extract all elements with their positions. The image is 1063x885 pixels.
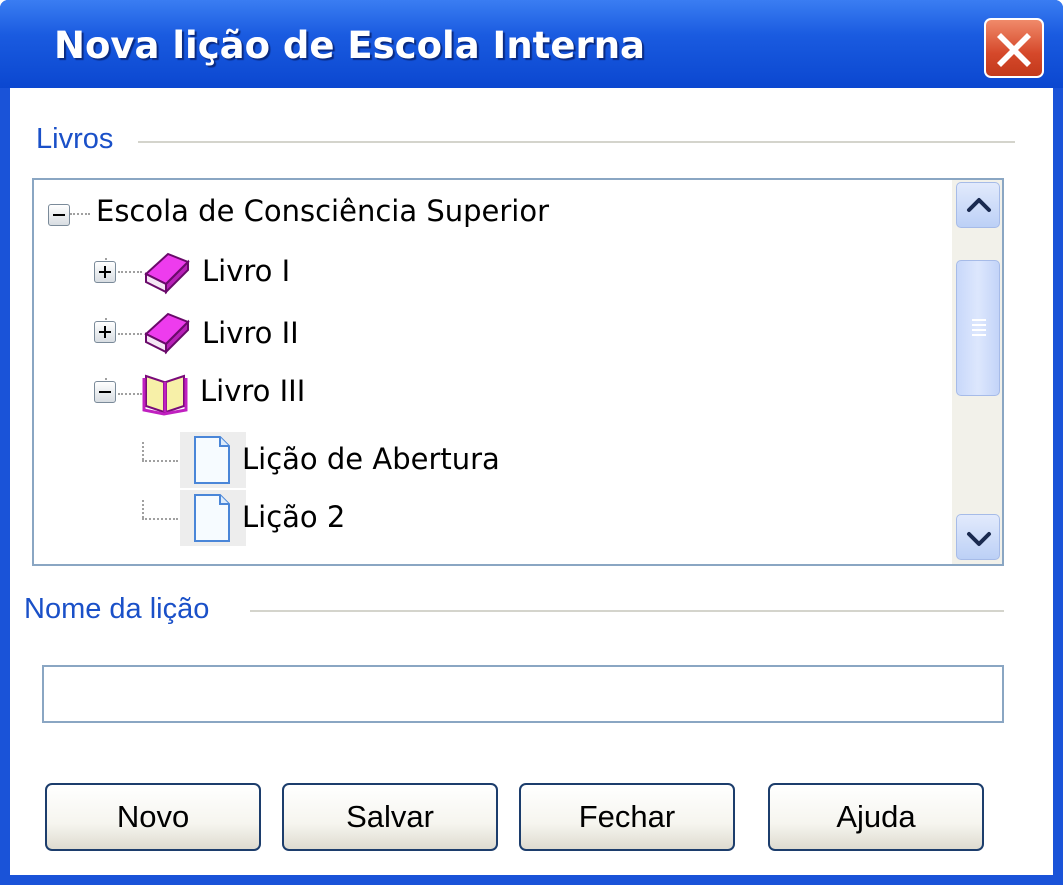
lesson-name-input[interactable] (42, 665, 1004, 723)
scroll-thumb[interactable] (956, 260, 1000, 396)
tree-connector (142, 518, 178, 520)
close-dialog-button[interactable]: Fechar (519, 783, 735, 851)
tree-connector (142, 460, 178, 462)
tree-connector (142, 500, 144, 518)
save-button[interactable]: Salvar (282, 783, 498, 851)
scroll-up-button[interactable] (956, 182, 1000, 228)
close-button[interactable] (984, 18, 1044, 78)
tree-connector (142, 442, 144, 460)
new-button[interactable]: Novo (45, 783, 261, 851)
title-bar[interactable]: Nova lição de Escola Interna (0, 0, 1063, 88)
collapse-icon[interactable] (48, 204, 70, 226)
lesson-name-label: Nome da lição (24, 593, 210, 625)
document-icon (194, 494, 230, 542)
collapse-icon[interactable] (94, 381, 116, 403)
books-group-label: Livros (36, 123, 114, 155)
dialog-window: Nova lição de Escola Interna Livros Esco… (0, 0, 1063, 885)
scroll-down-button[interactable] (956, 514, 1000, 560)
document-icon (194, 436, 230, 484)
tree-connector (70, 213, 90, 215)
closed-book-icon (144, 312, 190, 355)
lesson-name-divider (250, 610, 1004, 612)
tree-item-label: Livro II (202, 316, 299, 350)
chevron-up-icon (967, 198, 991, 212)
open-book-icon (142, 374, 188, 416)
tree-connector (118, 393, 142, 395)
expand-icon[interactable] (94, 321, 116, 343)
tree-scrollbar[interactable] (952, 180, 1002, 564)
tree-item-label: Escola de Consciência Superior (96, 194, 550, 228)
tree-item-label: Livro III (200, 374, 306, 408)
dialog-content: Livros Escola de Consciência Superior Li… (10, 88, 1053, 875)
window-title: Nova lição de Escola Interna (54, 24, 646, 67)
tree-item-label: Lição de Abertura (242, 442, 500, 476)
closed-book-icon (144, 252, 190, 295)
grip-icon (972, 319, 986, 336)
tree-item-label: Livro I (202, 254, 291, 288)
help-button[interactable]: Ajuda (768, 783, 984, 851)
document-icon-frame (180, 432, 246, 488)
tree-item-label: Lição 2 (242, 500, 346, 534)
close-icon (997, 33, 1031, 67)
expand-icon[interactable] (94, 261, 116, 283)
chevron-down-icon (967, 532, 991, 546)
books-group-divider (138, 141, 1015, 143)
document-icon-frame (180, 490, 246, 546)
books-tree[interactable]: Escola de Consciência Superior Livro I L… (32, 178, 1004, 566)
